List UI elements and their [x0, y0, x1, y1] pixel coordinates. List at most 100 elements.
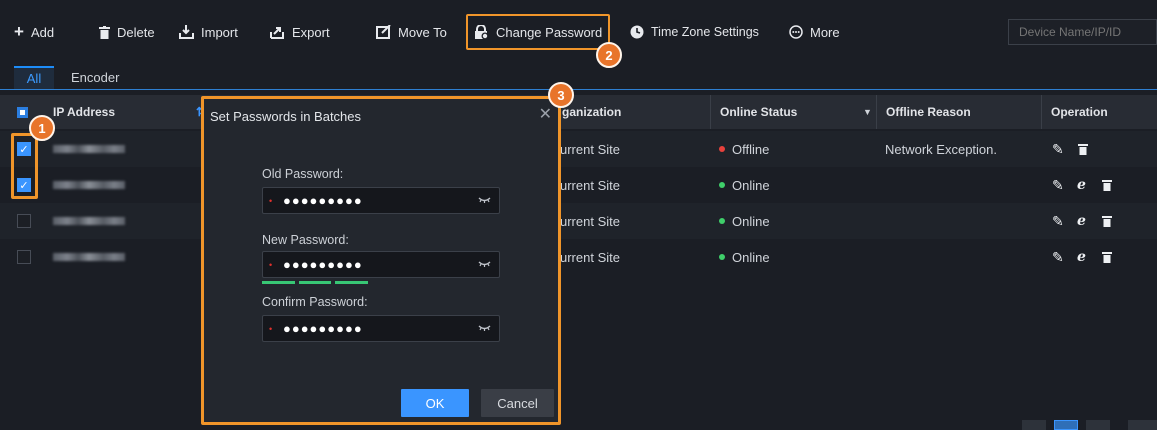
clock-icon: [630, 25, 644, 39]
checkbox-highlight: [11, 133, 38, 199]
close-icon[interactable]: ✕: [539, 104, 552, 124]
time-zone-label: Time Zone Settings: [651, 25, 759, 39]
strength-bar: [335, 281, 369, 284]
more-button[interactable]: More: [789, 14, 840, 50]
required-marker: •: [269, 195, 273, 206]
ok-button[interactable]: OK: [401, 389, 469, 417]
table-row[interactable]: ✓ urrent Site Online ✎ e: [0, 167, 1157, 203]
callout-badge-1: 1: [29, 115, 55, 141]
confirm-password-value: ●●●●●●●●●: [283, 321, 363, 336]
cancel-button[interactable]: Cancel: [481, 389, 554, 417]
search-input[interactable]: [1008, 19, 1157, 45]
delete-row-icon[interactable]: [1078, 131, 1088, 167]
online-status-label: Online Status: [720, 105, 798, 119]
operation-header: Operation: [1041, 95, 1108, 129]
import-icon: [179, 25, 194, 39]
eye-closed-icon[interactable]: [478, 257, 491, 271]
add-button[interactable]: + Add: [14, 14, 54, 50]
browser-icon[interactable]: e: [1077, 167, 1086, 203]
edit-icon[interactable]: ✎: [1052, 203, 1064, 239]
old-password-field[interactable]: • ●●●●●●●●●: [262, 187, 500, 214]
row-checkbox[interactable]: [17, 203, 31, 239]
status-cell: Online: [719, 203, 770, 239]
add-label: Add: [30, 24, 55, 40]
new-password-label: New Password:: [262, 233, 349, 247]
delete-button[interactable]: Delete: [99, 14, 155, 50]
plus-icon: +: [14, 22, 24, 41]
move-to-button[interactable]: Move To: [376, 14, 447, 50]
change-password-label: Change Password: [496, 24, 603, 40]
toolbar: + Add Delete Import Export Move To Chang…: [0, 14, 1157, 50]
online-status-header[interactable]: Online Status ▼: [710, 95, 875, 129]
strength-bar: [298, 281, 332, 284]
table-row[interactable]: urrent Site Online ✎ e: [0, 239, 1157, 275]
edit-icon[interactable]: ✎: [1052, 167, 1064, 203]
table-row[interactable]: urrent Site Online ✎ e: [0, 203, 1157, 239]
offline-reason-cell: Network Exception.: [885, 141, 997, 157]
table-row[interactable]: ✓ urrent Site Offline Network Exception.…: [0, 131, 1157, 167]
status-cell: Offline: [719, 131, 769, 167]
status-text: Online: [732, 249, 770, 265]
delete-label: Delete: [117, 24, 155, 40]
password-strength-meter: [262, 281, 369, 284]
confirm-password-field[interactable]: • ●●●●●●●●●: [262, 315, 500, 342]
browser-icon[interactable]: e: [1077, 203, 1086, 239]
table-header: IP Address ⇅ ganization Online Status ▼ …: [0, 95, 1157, 129]
more-icon: [789, 25, 803, 39]
delete-row-icon[interactable]: [1102, 167, 1112, 203]
dialog-title: Set Passwords in Batches: [210, 109, 362, 124]
eye-closed-icon[interactable]: [478, 193, 491, 207]
status-dot: [719, 146, 725, 152]
time-zone-button[interactable]: Time Zone Settings: [630, 14, 759, 50]
filter-icon[interactable]: ▼: [863, 107, 872, 117]
browser-icon[interactable]: e: [1077, 239, 1086, 275]
status-dot: [719, 182, 725, 188]
status-text: Offline: [732, 141, 770, 157]
new-password-field[interactable]: • ●●●●●●●●●: [262, 251, 500, 278]
callout-badge-2: 2: [596, 42, 622, 68]
trash-icon: [99, 25, 110, 39]
device-type-tabs: All Encoder: [0, 66, 1157, 90]
edit-icon[interactable]: ✎: [1052, 131, 1064, 167]
pager-button[interactable]: [1086, 420, 1110, 430]
export-icon: [269, 25, 285, 39]
pager-current[interactable]: [1054, 420, 1078, 430]
status-dot: [719, 254, 725, 260]
ip-address-cell: [53, 167, 125, 203]
select-all-checkbox[interactable]: [17, 95, 28, 129]
pager-input[interactable]: [1128, 420, 1157, 430]
move-to-label: Move To: [398, 24, 447, 40]
row-checkbox[interactable]: [17, 239, 31, 275]
import-button[interactable]: Import: [179, 14, 238, 50]
change-password-button[interactable]: Change Password: [466, 14, 611, 50]
ip-address-header[interactable]: IP Address: [53, 95, 115, 129]
set-passwords-dialog: Set Passwords in Batches ✕ Old Password:…: [201, 96, 561, 425]
offline-reason-header[interactable]: Offline Reason: [876, 95, 1041, 129]
tab-all[interactable]: All: [14, 66, 54, 89]
move-to-icon: [376, 25, 391, 39]
import-label: Import: [201, 24, 238, 40]
callout-badge-3: 3: [548, 82, 574, 108]
ip-address-cell: [53, 131, 125, 167]
eye-closed-icon[interactable]: [478, 321, 491, 335]
status-dot: [719, 218, 725, 224]
status-text: Online: [732, 177, 770, 193]
old-password-value: ●●●●●●●●●: [283, 193, 363, 208]
export-button[interactable]: Export: [269, 14, 330, 50]
status-text: Online: [732, 213, 770, 229]
tab-encoder[interactable]: Encoder: [71, 66, 119, 89]
delete-row-icon[interactable]: [1102, 239, 1112, 275]
pager-button[interactable]: [1022, 420, 1046, 430]
organization-cell: urrent Site: [560, 249, 620, 265]
ip-address-cell: [53, 239, 125, 275]
organization-cell: urrent Site: [560, 177, 620, 193]
confirm-password-label: Confirm Password:: [262, 295, 368, 309]
delete-row-icon[interactable]: [1102, 203, 1112, 239]
new-password-value: ●●●●●●●●●: [283, 257, 363, 272]
ip-address-cell: [53, 203, 125, 239]
strength-bar: [262, 281, 295, 284]
edit-icon[interactable]: ✎: [1052, 239, 1064, 275]
organization-cell: urrent Site: [560, 141, 620, 157]
status-cell: Online: [719, 167, 770, 203]
required-marker: •: [269, 323, 273, 334]
